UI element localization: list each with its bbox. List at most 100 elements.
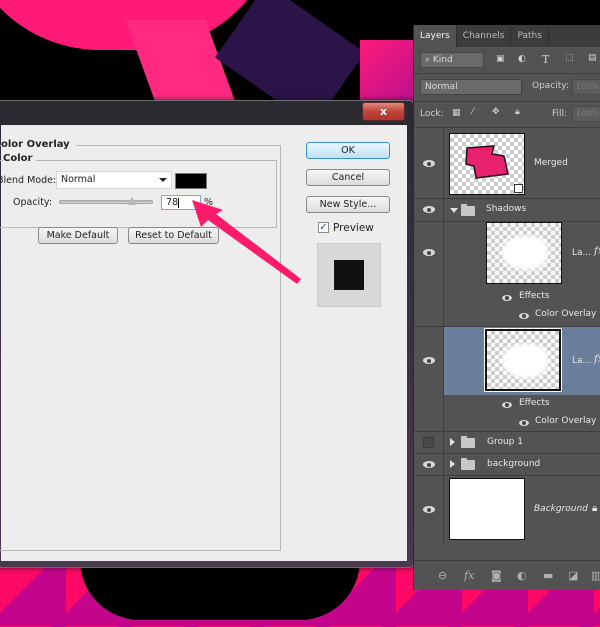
- eye-icon[interactable]: [502, 402, 512, 408]
- section-title: olor Overlay: [1, 139, 76, 150]
- percent-sign: %: [204, 197, 214, 208]
- shape-filter-icon[interactable]: ⬚: [565, 53, 574, 63]
- filter-kind-select[interactable]: ⌕ Kind: [420, 52, 484, 68]
- filter-kind-value: Kind: [432, 55, 453, 65]
- lock-move-icon[interactable]: ✥: [492, 107, 500, 117]
- lock-brush-icon[interactable]: ⁄: [472, 107, 474, 117]
- layer-name: Merged: [534, 158, 568, 168]
- fx-icon[interactable]: fx: [464, 569, 474, 582]
- eye-icon[interactable]: [519, 313, 529, 319]
- dialog-titlebar[interactable]: x: [0, 101, 413, 125]
- eye-icon[interactable]: [423, 506, 435, 513]
- ok-button[interactable]: OK: [306, 142, 390, 159]
- eye-icon[interactable]: [502, 295, 512, 301]
- expand-toggle-icon[interactable]: [450, 438, 455, 446]
- folder-icon[interactable]: ▬: [543, 569, 553, 582]
- opacity-slider[interactable]: [59, 200, 153, 204]
- layer-row-merged[interactable]: Merged: [414, 128, 600, 198]
- smart-object-icon: [514, 184, 523, 193]
- opacity-field[interactable]: 100%: [572, 79, 600, 95]
- dialog-content: olor Overlay Color Blend Mode: Normal Op…: [0, 125, 407, 561]
- adjustment-filter-icon[interactable]: ◐: [518, 54, 526, 64]
- lock-all-icon[interactable]: 🔒︎: [515, 107, 520, 117]
- folder-icon: [461, 458, 475, 470]
- visibility-column: [414, 395, 444, 431]
- new-layer-icon[interactable]: ◪: [568, 569, 578, 582]
- opacity-input-value: 78: [166, 197, 179, 208]
- effects-label: Effects: [519, 398, 550, 408]
- fx-icon[interactable]: fx: [594, 246, 600, 257]
- preview-swatch: [334, 260, 364, 290]
- fill-label: Fill:: [552, 109, 568, 119]
- effect-name: Color Overlay: [535, 309, 597, 319]
- trash-icon[interactable]: ▥: [591, 569, 600, 582]
- eye-icon[interactable]: [423, 357, 435, 364]
- layer-thumbnail: [449, 478, 525, 540]
- effects-label: Effects: [519, 291, 550, 301]
- image-filter-icon[interactable]: ▣: [496, 54, 505, 64]
- opacity-label: Opacity:: [13, 197, 53, 208]
- blend-mode-select[interactable]: Normal: [420, 79, 522, 95]
- opacity-input[interactable]: 78: [161, 195, 201, 210]
- layer-row-group-1[interactable]: Group 1: [414, 432, 600, 453]
- link-icon[interactable]: ⊖: [438, 569, 447, 582]
- mask-icon[interactable]: ◙: [491, 569, 502, 582]
- opacity-slider-thumb[interactable]: [127, 197, 138, 205]
- eye-icon[interactable]: [423, 160, 435, 167]
- layer-style-dialog: x olor Overlay Color Blend Mode: Normal …: [0, 100, 414, 568]
- artwork-thumbnail: [465, 145, 509, 179]
- blend-mode-value: Normal: [425, 82, 458, 92]
- blend-mode-select[interactable]: Normal: [56, 171, 172, 189]
- layer-name: La...: [572, 356, 592, 366]
- close-button[interactable]: x: [362, 102, 405, 121]
- divider: [414, 73, 600, 74]
- visibility-toggle-off[interactable]: [423, 437, 434, 448]
- eye-icon[interactable]: [423, 461, 435, 468]
- lock-transparency-icon[interactable]: ▦: [452, 108, 461, 118]
- layer-row-selected[interactable]: La... fx: [414, 327, 600, 395]
- make-default-button[interactable]: Make Default: [38, 227, 118, 244]
- overlay-color-swatch[interactable]: [175, 173, 207, 189]
- preview-checkbox[interactable]: ✓: [318, 222, 329, 233]
- expand-toggle-icon[interactable]: [450, 460, 455, 468]
- tab-paths[interactable]: Paths: [511, 25, 549, 47]
- layer-row-background-group[interactable]: background: [414, 454, 600, 475]
- style-preview: [317, 243, 381, 307]
- folder-icon: [461, 204, 475, 216]
- smart-object-filter-icon[interactable]: ▤: [588, 53, 597, 63]
- eye-icon[interactable]: [423, 249, 435, 256]
- layer-thumbnail: [449, 133, 525, 195]
- opacity-label: Opacity:: [532, 81, 569, 91]
- layer-row[interactable]: La... fx Effects Color Overlay: [414, 222, 600, 326]
- eye-icon[interactable]: [423, 206, 435, 213]
- eye-icon[interactable]: [519, 420, 529, 426]
- checkmark-icon: ✓: [319, 222, 328, 233]
- layer-effects: Effects Color Overlay: [414, 395, 600, 431]
- reset-to-default-button[interactable]: Reset to Default: [128, 227, 219, 244]
- fx-icon[interactable]: fx: [594, 354, 600, 365]
- new-style-button[interactable]: New Style...: [306, 196, 390, 213]
- layer-row-background[interactable]: Background 🔒︎: [414, 476, 600, 544]
- search-icon: ⌕: [425, 55, 433, 65]
- adjustment-icon[interactable]: ◐: [517, 569, 527, 582]
- type-filter-icon[interactable]: T: [542, 53, 549, 66]
- effect-name: Color Overlay: [535, 416, 597, 426]
- splat-shape: [505, 239, 545, 267]
- cancel-button[interactable]: Cancel: [306, 169, 390, 186]
- tab-channels[interactable]: Channels: [457, 25, 512, 47]
- layer-thumbnail: [484, 328, 562, 392]
- tab-layers[interactable]: Layers: [414, 25, 457, 47]
- panel-tabs: Layers Channels Paths: [414, 25, 600, 47]
- blend-mode-value: Normal: [61, 174, 96, 185]
- fill-field[interactable]: 100%: [572, 106, 600, 122]
- text-caret: [178, 197, 180, 208]
- blend-mode-label: Blend Mode:: [0, 175, 57, 186]
- layer-name: background: [487, 459, 541, 469]
- chevron-down-icon: [159, 178, 167, 182]
- divider: [414, 101, 600, 102]
- black-shape: [80, 560, 360, 620]
- expand-toggle-icon[interactable]: [450, 208, 458, 213]
- preview-label: Preview: [333, 222, 374, 234]
- lock-label: Lock:: [420, 109, 444, 119]
- layer-row-shadows[interactable]: Shadows: [414, 199, 600, 221]
